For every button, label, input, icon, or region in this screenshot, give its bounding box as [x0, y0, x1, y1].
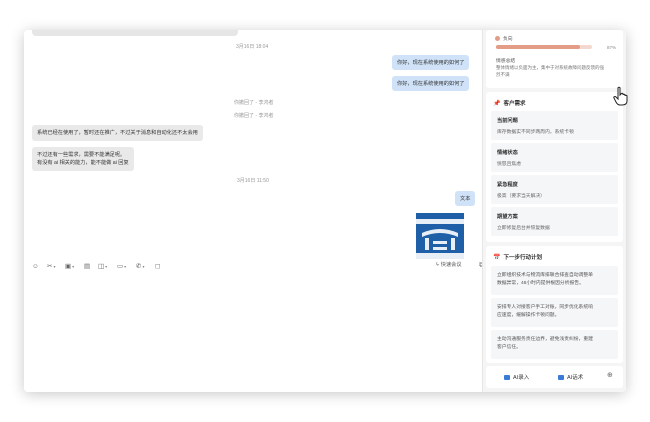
quick-meeting-button[interactable]: ϟ 快速会议 [436, 261, 462, 269]
recall-notice: 你撤回了 - 李鸿者 [234, 100, 274, 106]
need-item-body: 库存数据实不同步两周内，系统卡顿 [497, 130, 574, 135]
image-thumbnail [416, 213, 464, 259]
message-outgoing[interactable]: 文本 [455, 191, 476, 206]
need-item: 期望方案 立即修复后台并恢复数据 [491, 207, 618, 236]
plan-item-line: 立即组织技术与物流库排联合排查自动调整单 [497, 273, 593, 278]
chat-pane: 3月16日 18:04 你好，现在系统使用的如何了 你好，现在系统使用的如何了 … [24, 30, 484, 392]
need-item: 紧急程度 极高（要求当天解决） [491, 175, 618, 204]
customer-needs-title-text: 客户需求 [503, 101, 526, 107]
chevron-down-icon: ▾ [105, 263, 108, 269]
lightning-icon: ϟ [436, 261, 439, 268]
message-incoming[interactable]: 系统已经在使用了，暂时还在推广，不过关于消息和自动化还不太会用 [32, 125, 203, 141]
sentiment-dot-icon [495, 36, 500, 41]
pin-icon: 📌 [493, 100, 501, 107]
sentiment-bar [496, 45, 592, 49]
ai-speech-button[interactable]: AI话术 [558, 373, 583, 381]
plan-item-line: 数据异常，48小时内提供根因分析报告。 [497, 281, 584, 286]
message-line: 不过还有一些需求，需要不能满足呢。 [37, 152, 126, 158]
plan-item: 主动沟通服务责任边界，避免浅责纠纷，重建 客户信任。 [491, 330, 618, 359]
timestamp: 3月16日 18:04 [236, 44, 269, 50]
message-outgoing[interactable]: 你好，现在系统使用的如何了 [392, 76, 470, 91]
hand-cursor-icon [613, 86, 628, 106]
sentiment-card: 负向 87% 情感总结 整体情绪以负面为主，集中于对系统故障问题反馈的强 烈不满 [486, 30, 623, 88]
need-item: 当前问题 库存数据实不同步两周内，系统卡顿 [491, 111, 618, 140]
ai-input-label: AI录入 [513, 375, 530, 381]
message-outgoing[interactable]: 你好，现在系统使用的如何了 [392, 55, 470, 70]
sentiment-analysis-line: 烈不满 [496, 72, 510, 77]
need-item: 情绪状态 愤怒且焦虑 [491, 143, 618, 172]
plan-item-line: 安排专人对接客户手工对账，同步优化系统响 [497, 305, 593, 310]
customer-needs-title: 📌 客户需求 [493, 99, 526, 108]
ai-input-icon [504, 374, 510, 380]
chevron-down-icon: ▾ [72, 263, 75, 269]
message-incoming[interactable]: 不过还有一些需求，需要不能满足呢。 有没有 ai 相关的能力，能不能做 ai 回… [32, 147, 134, 171]
ai-speech-icon [558, 374, 564, 380]
quick-meeting-label: 快速会议 [440, 262, 462, 268]
scissors-icon[interactable]: ✂ ▾ [47, 261, 55, 271]
plan-item-line: 客户信任。 [497, 345, 521, 350]
folder-icon[interactable]: ▭ ▾ [117, 261, 126, 271]
chevron-down-icon: ▾ [53, 263, 56, 269]
plan-item: 立即组织技术与物流库排联合排查自动调整单 数据异常，48小时内提供根因分析报告。 [491, 266, 618, 295]
sentiment-analysis-title: 情感总结 [496, 59, 516, 64]
timestamp: 3月16日 11:50 [237, 178, 269, 184]
image-message[interactable] [416, 213, 464, 259]
previous-message-edge [32, 30, 238, 36]
plan-item-line: 主动沟通服务责任边界，避免浅责纠纷，重建 [497, 337, 593, 342]
need-item-title: 当前问题 [497, 118, 518, 124]
need-item-body: 极高（要求当天解决） [497, 194, 545, 199]
plan-item: 安排专人对接客户手工对账，同步优化系统响 应速度，缓解操作卡顿问题。 [491, 298, 618, 327]
sentiment-row: 负向 [495, 35, 513, 42]
sentiment-percent: 87% [607, 45, 617, 50]
recall-notice: 你撤回了 - 李鸿者 [234, 113, 274, 119]
need-item-title: 紧急程度 [497, 182, 518, 188]
calendar-icon: 📅 [493, 254, 501, 261]
action-plan-title-text: 下一步行动计划 [503, 255, 542, 261]
action-plan-title: 📅 下一步行动计划 [493, 253, 542, 262]
ai-actions-bar: AI录入 AI话术 ⊕ [486, 366, 623, 388]
smile-icon[interactable]: ☺ [32, 261, 39, 271]
sentiment-bar-fill [496, 45, 580, 49]
need-item-title: 期望方案 [497, 214, 518, 220]
customer-needs-card: 📌 客户需求 当前问题 库存数据实不同步两周内，系统卡顿 情绪状态 愤怒且焦虑 … [486, 92, 623, 242]
sentiment-label: 负向 [503, 37, 513, 42]
image-icon[interactable]: ▣ ▾ [65, 261, 74, 271]
sentiment-analysis-line: 整体情绪以负面为主，集中于对系统故障问题反馈的强 [496, 65, 604, 70]
ai-speech-label: AI话术 [567, 375, 584, 381]
action-plan-card: 📅 下一步行动计划 立即组织技术与物流库排联合排查自动调整单 数据异常，48小时… [486, 246, 623, 363]
ai-side-panel: 负向 87% 情感总结 整体情绪以负面为主，集中于对系统故障问题反馈的强 烈不满… [483, 30, 626, 392]
file-icon[interactable]: ▤ [84, 261, 90, 271]
need-item-title: 情绪状态 [497, 150, 518, 156]
need-item-body: 愤怒且焦虑 [497, 162, 521, 167]
input-toolbar: ☺ ✂▾ ▣▾ ▤ ◫▾ ▭▾ ✆▾ ◻ ϟ 快速会议 ⧉ [32, 261, 484, 273]
chevron-down-icon: ▾ [124, 263, 127, 269]
message-icon[interactable]: ◻ [155, 261, 160, 271]
plan-item-line: 应速度，缓解操作卡顿问题。 [497, 313, 560, 318]
chevron-down-icon: ▾ [142, 263, 145, 269]
add-icon[interactable]: ⊕ [607, 371, 613, 379]
screenshot-icon[interactable]: ◫ ▾ [98, 261, 107, 271]
message-line: 有没有 ai 相关的能力，能不能做 ai 回复 [37, 160, 129, 166]
ai-input-button[interactable]: AI录入 [504, 373, 529, 381]
need-item-body: 立即修复后台并恢复数据 [497, 226, 550, 231]
app-window: 3月16日 18:04 你好，现在系统使用的如何了 你好，现在系统使用的如何了 … [24, 30, 626, 392]
phone-icon[interactable]: ✆ ▾ [136, 261, 144, 271]
